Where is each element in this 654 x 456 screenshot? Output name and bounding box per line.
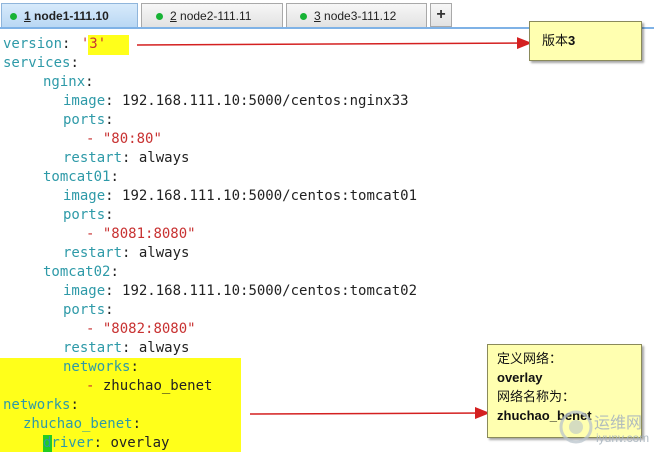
version-callout: 版本3 (529, 21, 642, 61)
callout-network-line1: 定义网络： (497, 351, 563, 366)
watermark-brand: 运维网 (594, 413, 643, 432)
watermark-domain: iyunv.com (596, 431, 650, 445)
callout-network-line2: overlay (497, 370, 543, 385)
network-arrow (249, 407, 490, 420)
callout-version-prefix: 版本 (542, 33, 569, 48)
callout-network-line3: 网络名称为： (497, 389, 576, 404)
version-arrow (136, 37, 532, 50)
site-watermark: 运维网 iyunv.com (556, 405, 654, 452)
callout-version-value: 3 (568, 33, 576, 48)
